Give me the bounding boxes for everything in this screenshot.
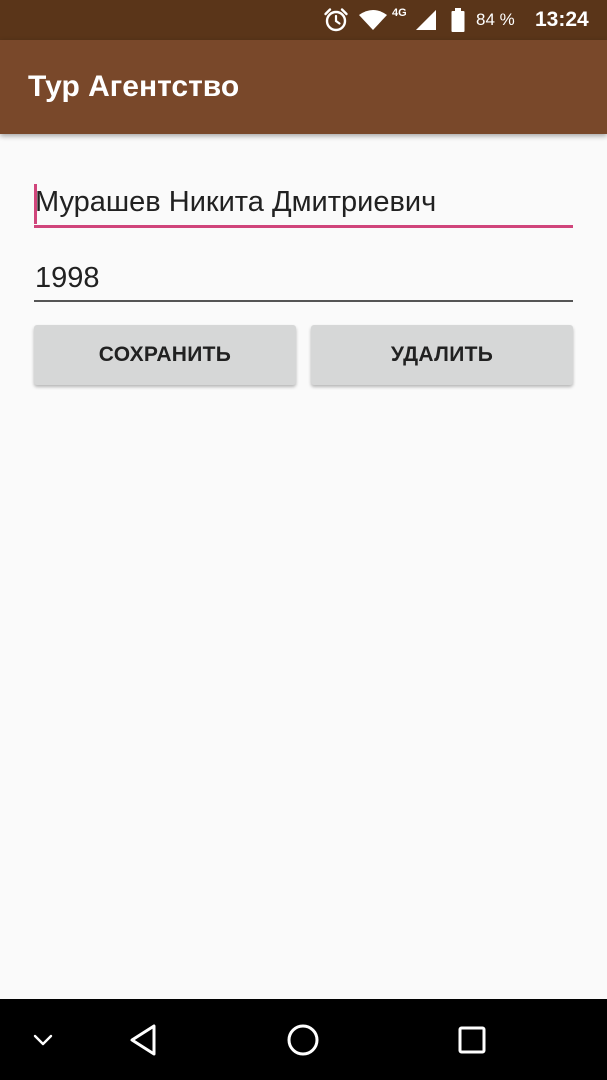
app-bar: Тур Агентство [0, 40, 607, 134]
name-field-underline [34, 225, 573, 228]
clock: 13:24 [535, 8, 589, 31]
battery-icon [447, 0, 469, 40]
cellular-signal-icon [410, 0, 440, 40]
battery-percent: 84 % [476, 10, 515, 29]
back-icon[interactable] [118, 999, 168, 1080]
year-field[interactable] [34, 256, 573, 300]
alarm-icon [322, 0, 350, 40]
name-field[interactable] [34, 180, 573, 225]
year-field-container [34, 256, 573, 302]
navigation-bar [0, 999, 607, 1080]
delete-button[interactable]: УДАЛИТЬ [311, 325, 573, 385]
name-field-container [34, 180, 573, 228]
recents-icon[interactable] [447, 999, 497, 1080]
network-type-label: 4G [392, 7, 407, 19]
home-icon[interactable] [278, 999, 328, 1080]
hide-keyboard-icon[interactable] [22, 999, 64, 1080]
text-cursor [34, 184, 37, 224]
save-button[interactable]: СОХРАНИТЬ [34, 325, 296, 385]
status-bar: 4G 84 % 13:24 [0, 0, 607, 40]
wifi-icon [357, 0, 389, 40]
year-field-underline [34, 300, 573, 302]
app-title: Тур Агентство [28, 70, 240, 103]
